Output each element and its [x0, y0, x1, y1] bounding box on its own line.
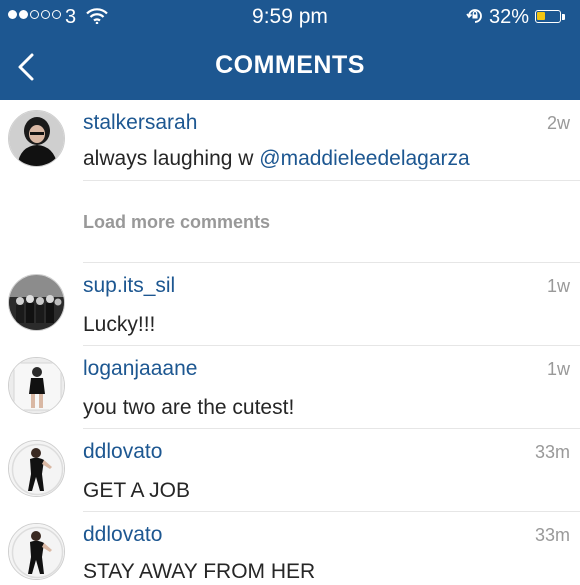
- comment-timestamp: 33m: [534, 442, 570, 462]
- caption-comment: stalkersarah 2w always laughing w @maddi…: [0, 100, 580, 180]
- comment-text: you two are the cutest!: [83, 396, 295, 419]
- comment-item: ddlovato 33m GET A JOB: [0, 428, 580, 511]
- avatar[interactable]: [8, 440, 65, 497]
- comment-item: loganjaaane 1w you two are the cutest!: [0, 345, 580, 428]
- comment-timestamp: 2w: [546, 113, 570, 133]
- comment-username[interactable]: stalkersarah: [83, 111, 197, 135]
- comment-text: GET A JOB: [83, 479, 190, 502]
- avatar[interactable]: [8, 357, 65, 414]
- rotation-lock-icon: [466, 7, 484, 30]
- page-title: COMMENTS: [215, 51, 365, 79]
- load-more-comments-link[interactable]: Load more comments: [83, 212, 270, 233]
- comment-text: STAY AWAY FROM HER: [83, 560, 316, 583]
- divider: [83, 180, 580, 181]
- comment-item: sup.its_sil 1w Lucky!!!: [0, 262, 580, 345]
- top-bar: 3 9:59 pm 32% COMMENTS: [0, 0, 580, 100]
- battery-percent: 32%: [489, 6, 530, 28]
- battery-icon: [535, 10, 561, 23]
- comment-username[interactable]: ddlovato: [83, 440, 162, 464]
- comment-username[interactable]: ddlovato: [83, 523, 162, 547]
- comment-username[interactable]: sup.its_sil: [83, 274, 175, 298]
- comment-text: Lucky!!!: [83, 313, 156, 336]
- comment-timestamp: 33m: [534, 525, 570, 545]
- comment-timestamp: 1w: [546, 359, 570, 379]
- comment-username[interactable]: loganjaaane: [83, 357, 197, 381]
- avatar[interactable]: [8, 110, 65, 167]
- avatar[interactable]: [8, 523, 65, 580]
- battery-tip: [562, 14, 565, 20]
- caption-text: always laughing w: [83, 147, 260, 170]
- mention-link[interactable]: @maddieleedelagarza: [259, 147, 469, 170]
- comment-timestamp: 1w: [546, 276, 570, 296]
- comment-item: ddlovato 33m STAY AWAY FROM HER: [0, 511, 580, 585]
- status-bar: 3 9:59 pm 32%: [0, 0, 580, 36]
- avatar[interactable]: [8, 274, 65, 331]
- comment-text: always laughing w @maddieleedelagarza: [83, 147, 470, 171]
